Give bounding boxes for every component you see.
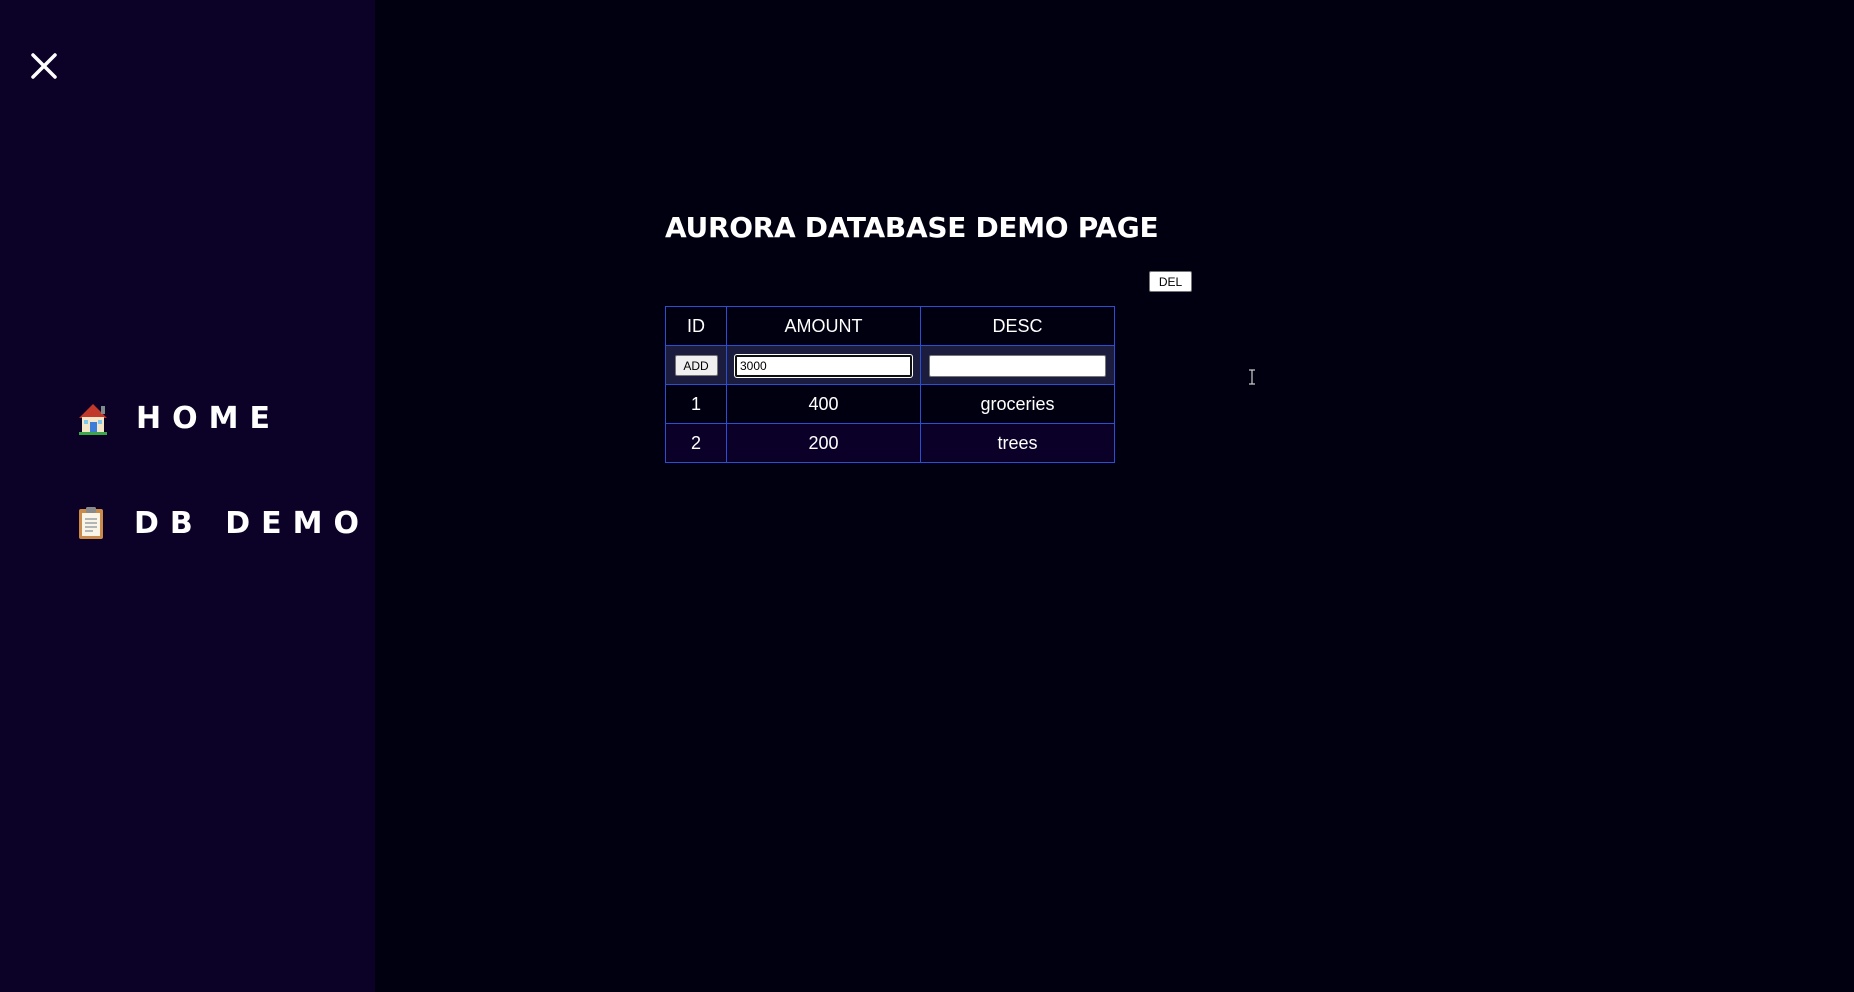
table-header-row: ID AMOUNT DESC [665, 306, 1115, 346]
table-cell-desc: groceries [920, 384, 1115, 424]
desc-input-cell [920, 345, 1115, 385]
close-sidebar-button[interactable] [28, 50, 60, 82]
sidebar-item-home[interactable]: HOME [76, 400, 281, 436]
table-cell-amount: 400 [726, 384, 921, 424]
house-icon [76, 400, 110, 436]
text-cursor-icon [1249, 369, 1255, 385]
table-row: 1 400 groceries [665, 384, 1115, 424]
delete-button[interactable]: DEL [1149, 271, 1192, 292]
table-cell-desc: trees [920, 423, 1115, 463]
sidebar: HOME DB DEMO [0, 0, 375, 992]
column-header-id: ID [665, 306, 727, 346]
sidebar-item-db-demo[interactable]: DB DEMO [74, 505, 370, 541]
table-cell-id: 2 [665, 423, 727, 463]
add-cell: ADD [665, 345, 727, 385]
table-cell-id: 1 [665, 384, 727, 424]
amount-input-cell [726, 345, 921, 385]
column-header-desc: DESC [920, 306, 1115, 346]
table-cell-amount: 200 [726, 423, 921, 463]
sidebar-item-db-demo-label: DB DEMO [134, 505, 370, 541]
sidebar-item-home-label: HOME [136, 400, 281, 436]
column-header-amount: AMOUNT [726, 306, 921, 346]
table-input-row: ADD [665, 345, 1115, 385]
page-title: AURORA DATABASE DEMO PAGE [665, 211, 1159, 244]
table-row: 2 200 trees [665, 423, 1115, 463]
close-icon [31, 53, 57, 79]
add-button[interactable]: ADD [674, 355, 718, 377]
amount-input[interactable] [735, 354, 912, 377]
data-table: ID AMOUNT DESC ADD 1 400 groceries [665, 306, 1115, 463]
desc-input[interactable] [929, 354, 1106, 377]
clipboard-icon [74, 505, 108, 541]
main-content: AURORA DATABASE DEMO PAGE DEL ID AMOUNT … [375, 0, 1854, 992]
